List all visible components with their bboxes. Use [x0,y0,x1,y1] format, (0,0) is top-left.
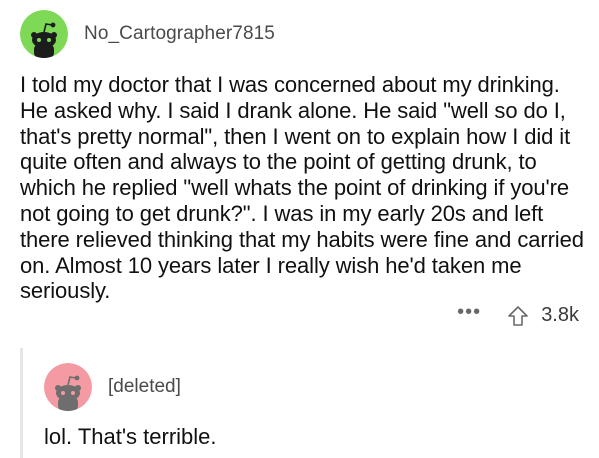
comment-username[interactable]: No_Cartographer7815 [84,23,275,45]
vote-score: 3.8k [541,304,579,326]
upvote-arrow-icon[interactable] [507,305,529,327]
comment-body: I told my doctor that I was concerned ab… [20,72,584,304]
comment-header: No_Cartographer7815 [20,10,275,58]
reply-avatar[interactable] [44,363,92,411]
reply-header: [deleted] [44,363,181,411]
user-avatar[interactable] [20,10,68,58]
snoo-avatar-icon [20,10,68,58]
comment-actions: ••• 3.8k [457,302,579,327]
more-options-icon[interactable]: ••• [457,302,481,322]
thread-line[interactable] [20,348,23,458]
reply-body: lol. That's terrible. [44,424,217,449]
reply-username: [deleted] [108,376,181,397]
snoo-avatar-icon [44,363,92,411]
